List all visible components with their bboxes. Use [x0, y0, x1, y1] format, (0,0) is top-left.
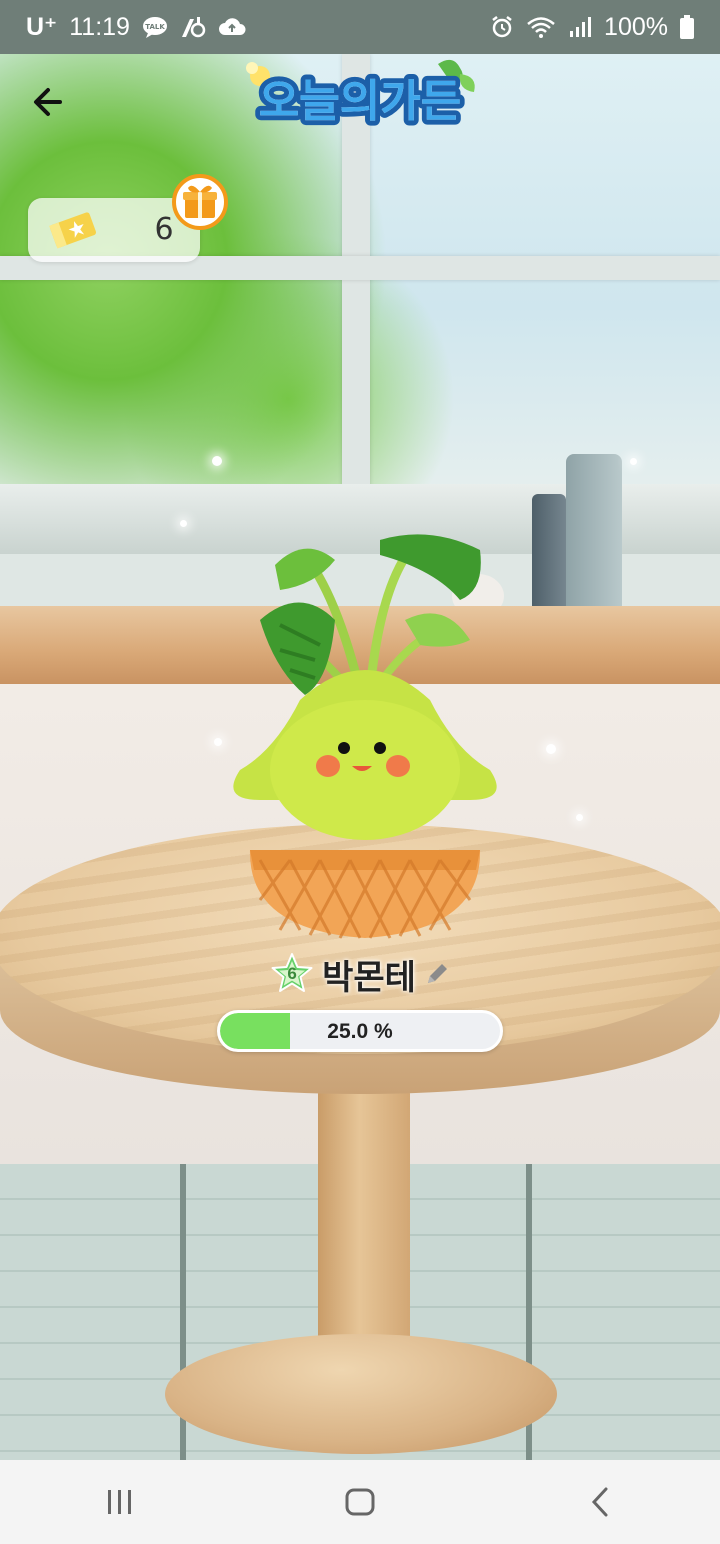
- alarm-icon: [490, 15, 514, 39]
- plant-name-row: 6 박몬테: [0, 948, 720, 1000]
- gift-button[interactable]: [172, 174, 228, 230]
- back-button[interactable]: [30, 84, 70, 120]
- pencil-icon[interactable]: [424, 961, 450, 987]
- home-button[interactable]: [320, 1472, 400, 1532]
- back-arrow-icon: [34, 88, 62, 116]
- battery-icon: [680, 15, 694, 39]
- level-number: 6: [287, 964, 297, 983]
- plant-character[interactable]: [220, 530, 510, 940]
- system-nav-bar: [0, 1460, 720, 1544]
- gift-icon: [172, 174, 228, 230]
- sparkle: [180, 520, 187, 527]
- sparkle: [212, 456, 222, 466]
- nav-back-button[interactable]: [560, 1472, 640, 1532]
- app-logo: 오늘의가든 오늘의가든: [238, 54, 482, 138]
- garden-scene: [0, 54, 720, 1460]
- signal-icon: [568, 16, 592, 38]
- progress-label: 25.0 %: [327, 1020, 393, 1043]
- sparkle: [546, 744, 556, 754]
- battery-percent: 100%: [604, 12, 668, 41]
- carrier-label: U⁺: [26, 13, 58, 41]
- talk-icon: TALK: [142, 16, 168, 38]
- status-bar: U⁺ 11:19 TALK 100%: [0, 0, 720, 54]
- growth-progress-bar: 25.0 %: [217, 1010, 503, 1052]
- back-icon: [591, 1487, 608, 1517]
- status-bar-left: U⁺ 11:19 TALK: [26, 12, 246, 42]
- level-badge: 6: [270, 952, 314, 996]
- logo-text-fill: 오늘의가든: [259, 76, 461, 127]
- ticket-icon: [49, 212, 96, 249]
- status-bar-right: 100%: [490, 13, 694, 42]
- table-foot: [165, 1334, 557, 1454]
- svg-text:TALK: TALK: [145, 23, 165, 31]
- sparkle: [576, 814, 583, 821]
- home-icon: [345, 1488, 375, 1516]
- decor-bottle: [532, 494, 566, 624]
- sparkle: [630, 458, 637, 465]
- cloud-icon: [218, 17, 246, 37]
- vpn-key-icon: [180, 15, 206, 39]
- plant-name: 박몬테: [322, 958, 416, 997]
- clock: 11:19: [69, 12, 130, 41]
- recents-button[interactable]: [80, 1472, 160, 1532]
- wifi-icon: [526, 15, 556, 39]
- recents-icon: [108, 1490, 131, 1514]
